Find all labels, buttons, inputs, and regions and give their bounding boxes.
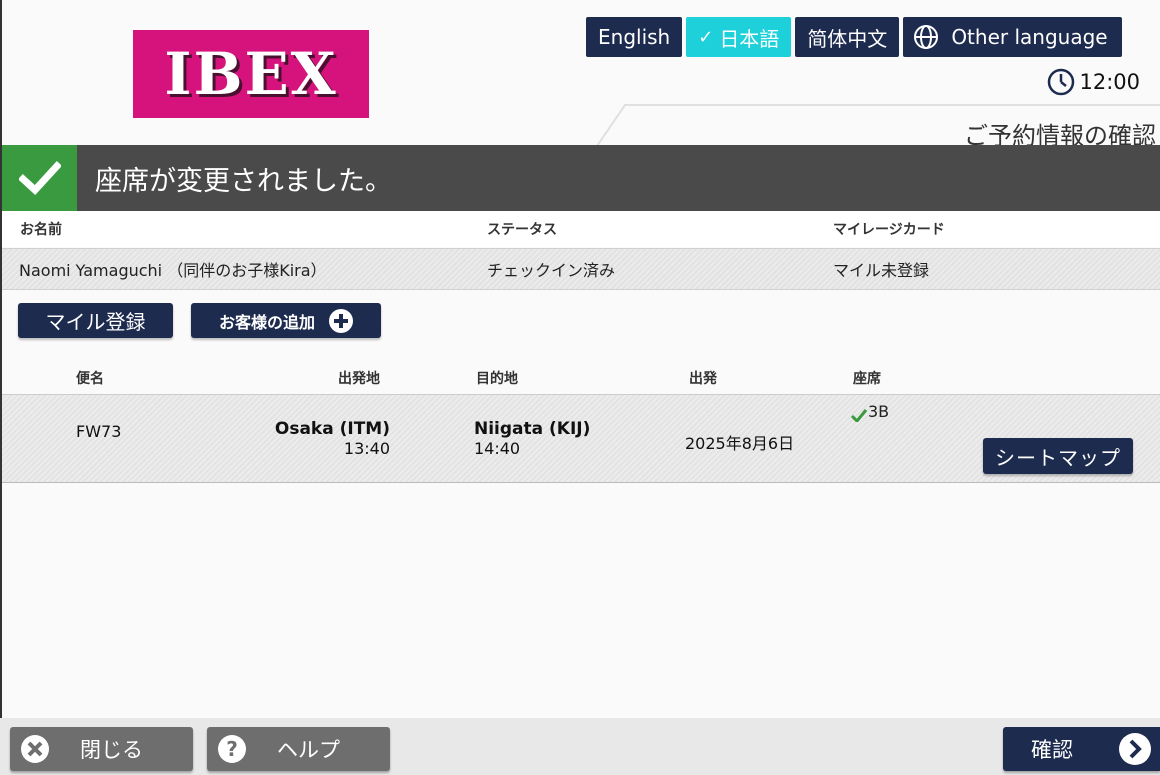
destination-airport: Niigata (KIJ) [474, 419, 591, 439]
seat-number: 3B [868, 401, 890, 421]
svg-text:?: ? [226, 737, 238, 761]
origin-airport: Osaka (ITM) [274, 419, 390, 439]
close-label: 閉じる [80, 738, 143, 762]
lang-japanese-button[interactable]: ✓ 日本語 [686, 17, 792, 57]
success-banner: 座席が変更されました。 [2, 145, 1160, 211]
header-departure: 出発 [689, 371, 717, 387]
seat-map-button[interactable]: シートマップ [983, 438, 1133, 474]
add-passenger-label: お客様の追加 [218, 312, 315, 332]
close-icon [21, 735, 49, 763]
close-button[interactable]: 閉じる [10, 727, 193, 771]
lang-english-label: English [598, 25, 671, 49]
passenger-status: チェックイン済み [487, 261, 616, 280]
success-box [2, 145, 77, 211]
language-bar: English ✓ 日本語 简体中文 Other language [586, 17, 1126, 57]
footer-bar: 閉じる ? ヘルプ 確認 [0, 718, 1160, 775]
lang-chinese-button[interactable]: 简体中文 [795, 17, 900, 57]
lang-chinese-label: 简体中文 [807, 26, 888, 51]
plus-circle-icon [329, 308, 353, 333]
header-status: ステータス [487, 222, 557, 238]
flight-number: FW73 [76, 422, 122, 441]
help-icon: ? [218, 735, 246, 763]
help-button[interactable]: ? ヘルプ [207, 727, 390, 771]
passenger-row: Naomi Yamaguchi （同伴のお子様Kira） チェックイン済み マイ… [2, 248, 1160, 290]
globe-icon [914, 25, 939, 49]
origin-time: 13:40 [343, 439, 390, 458]
header-mileage: マイレージカード [833, 222, 945, 238]
check-icon: ✓ [698, 26, 714, 48]
confirm-label: 確認 [1031, 738, 1073, 762]
add-passenger-button[interactable]: お客様の追加 [191, 303, 381, 338]
departure-date: 2025年8月6日 [685, 434, 795, 453]
confirm-button[interactable]: 確認 [1003, 727, 1160, 771]
help-label: ヘルプ [277, 738, 340, 762]
passenger-header: お名前 ステータス マイレージカード [2, 211, 1160, 247]
destination-cell: Niigata (KIJ) 14:40 [474, 419, 590, 458]
lang-japanese-label: 日本語 [719, 26, 780, 51]
header-name: お名前 [20, 222, 62, 238]
seat-check-icon [850, 409, 868, 422]
lang-other-label: Other language [951, 25, 1108, 49]
arrow-right-icon [1119, 733, 1151, 765]
seat-cell: 3B [850, 402, 889, 422]
banner-message: 座席が変更されました。 [95, 165, 392, 197]
check-icon [18, 161, 61, 195]
passenger-name: Naomi Yamaguchi （同伴のお子様Kira） [19, 261, 327, 280]
header-destination: 目的地 [476, 371, 518, 387]
lang-english-button[interactable]: English [586, 17, 683, 57]
seat-map-label: シートマップ [995, 445, 1121, 470]
ibex-logo: IBEX [133, 30, 369, 118]
register-miles-button[interactable]: マイル登録 [18, 303, 173, 338]
header-origin: 出発地 [338, 371, 380, 387]
flight-table-header: 便名 出発地 目的地 出発 座席 [2, 362, 1160, 394]
logo-text: IBEX [164, 40, 338, 108]
register-miles-label: マイル登録 [45, 310, 146, 334]
clock: 12:00 [1047, 68, 1140, 96]
clock-icon [1048, 68, 1075, 96]
clock-time: 12:00 [1079, 70, 1140, 94]
origin-cell: Osaka (ITM) 13:40 [275, 419, 390, 458]
header-flight: 便名 [76, 371, 104, 387]
flight-row: FW73 Osaka (ITM) 13:40 Niigata (KIJ) 14:… [2, 394, 1160, 483]
passenger-mileage: マイル未登録 [833, 261, 930, 280]
lang-other-button[interactable]: Other language [903, 17, 1122, 57]
header-seat: 座席 [853, 371, 881, 387]
destination-time: 14:40 [474, 439, 521, 458]
